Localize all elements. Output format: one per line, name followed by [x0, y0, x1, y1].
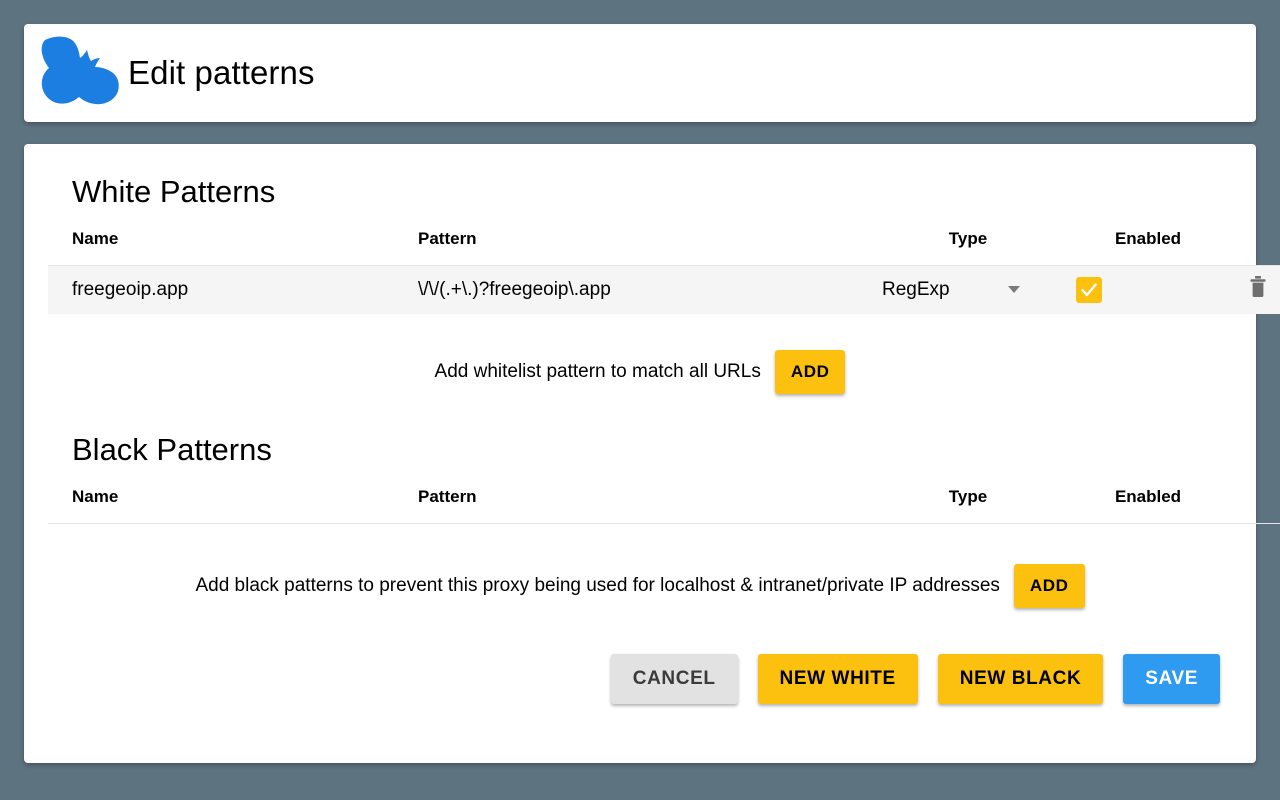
- column-header-type: Type: [868, 229, 1068, 266]
- footer-actions: CANCEL NEW WHITE NEW BLACK SAVE: [48, 654, 1232, 704]
- cancel-button[interactable]: CANCEL: [611, 654, 738, 704]
- cell-enabled: [1068, 266, 1228, 314]
- column-header-actions: [1228, 487, 1280, 524]
- bat-icon: [32, 28, 128, 118]
- white-patterns-title: White Patterns: [72, 170, 1232, 207]
- column-header-name: Name: [48, 229, 418, 266]
- column-header-enabled: Enabled: [1068, 229, 1228, 266]
- type-select[interactable]: RegExp: [882, 279, 1068, 301]
- white-patterns-table: Name Pattern Type Enabled freegeoip.app …: [48, 229, 1280, 314]
- new-white-button[interactable]: NEW WHITE: [758, 654, 918, 704]
- black-add-button[interactable]: ADD: [1014, 564, 1085, 608]
- column-header-actions: [1228, 229, 1280, 266]
- new-black-button[interactable]: NEW BLACK: [938, 654, 1104, 704]
- page-root: Edit patterns White Patterns Name Patter…: [0, 0, 1280, 800]
- column-header-type: Type: [868, 487, 1068, 524]
- black-patterns-table: Name Pattern Type Enabled: [48, 487, 1280, 524]
- column-header-pattern: Pattern: [418, 487, 868, 524]
- column-header-pattern: Pattern: [418, 229, 868, 266]
- save-button[interactable]: SAVE: [1123, 654, 1220, 704]
- black-add-label: Add black patterns to prevent this proxy…: [195, 575, 999, 597]
- white-add-label: Add whitelist pattern to match all URLs: [435, 361, 761, 383]
- table-row[interactable]: freegeoip.app \/\/(.+\.)?freegeoip\.app …: [48, 266, 1280, 314]
- cell-type: RegExp: [868, 266, 1068, 314]
- cell-name[interactable]: freegeoip.app: [48, 266, 418, 314]
- table-header-row: Name Pattern Type Enabled: [48, 487, 1280, 524]
- patterns-card: White Patterns Name Pattern Type Enabled…: [24, 144, 1256, 763]
- cell-delete: [1228, 266, 1280, 314]
- enabled-checkbox[interactable]: [1076, 277, 1102, 303]
- table-header-row: Name Pattern Type Enabled: [48, 229, 1280, 266]
- column-header-enabled: Enabled: [1068, 487, 1228, 524]
- white-add-row: Add whitelist pattern to match all URLs …: [48, 350, 1232, 394]
- type-select-value: RegExp: [882, 279, 950, 301]
- page-title: Edit patterns: [128, 56, 315, 91]
- black-patterns-title: Black Patterns: [72, 428, 1232, 465]
- cell-pattern[interactable]: \/\/(.+\.)?freegeoip\.app: [418, 266, 868, 314]
- trash-icon[interactable]: [1248, 275, 1268, 305]
- chevron-down-icon: [1008, 286, 1020, 293]
- black-add-row: Add black patterns to prevent this proxy…: [48, 564, 1232, 608]
- header-card: Edit patterns: [24, 24, 1256, 122]
- white-add-button[interactable]: ADD: [775, 350, 846, 394]
- column-header-name: Name: [48, 487, 418, 524]
